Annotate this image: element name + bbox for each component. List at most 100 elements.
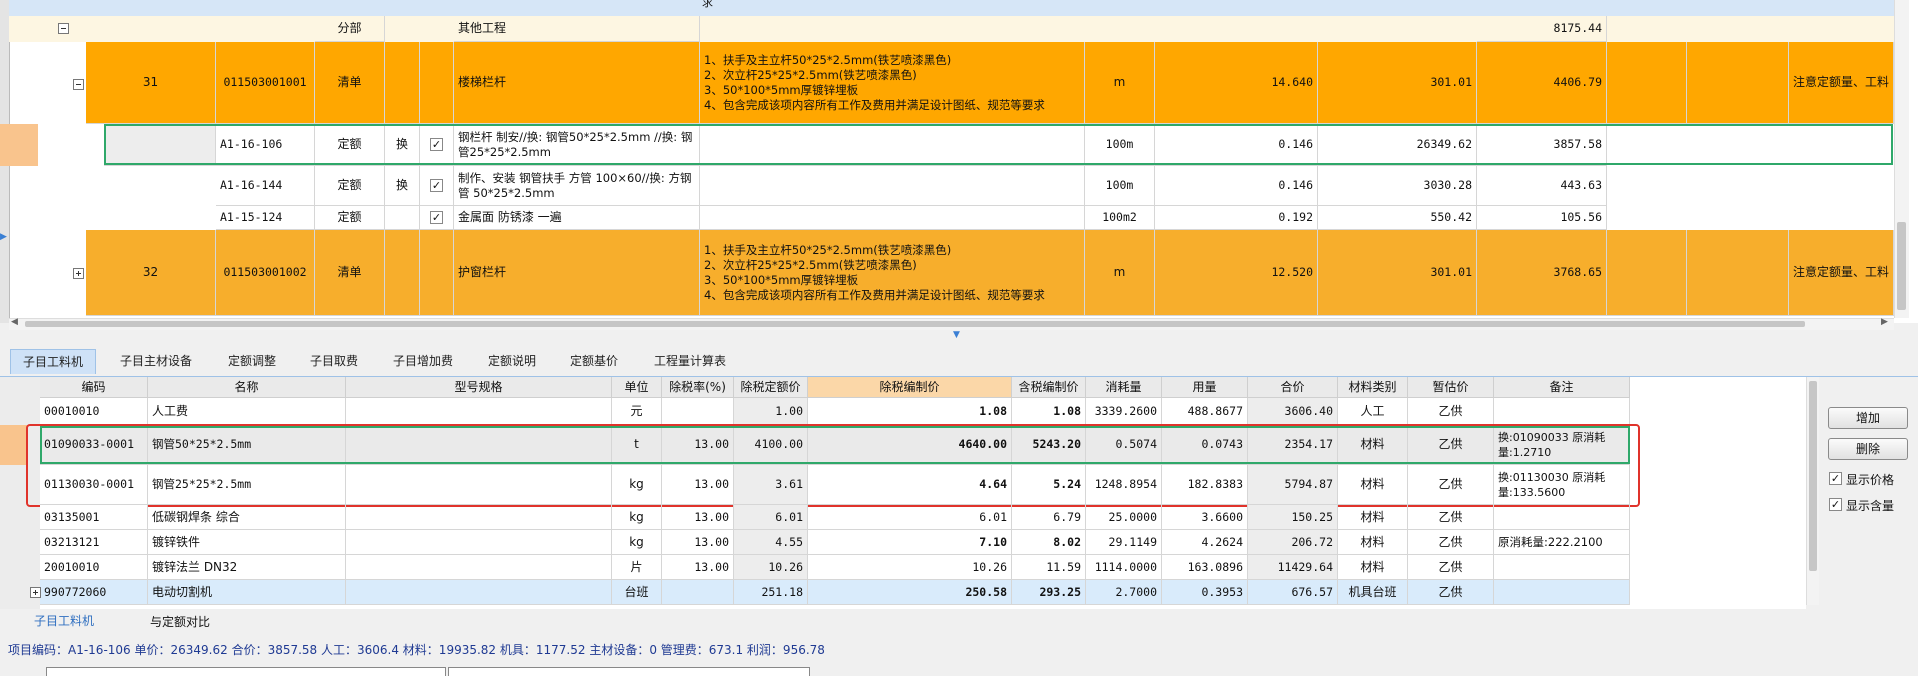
col-header-estimate[interactable]: 暂估价	[1408, 377, 1494, 398]
upper-horizontal-scrollbar[interactable]: ◀ ▶	[9, 317, 1894, 330]
bill-name: 护窗栏杆	[454, 230, 700, 316]
col-header-name[interactable]: 名称	[148, 377, 346, 398]
mat-quota-price: 10.26	[734, 555, 808, 580]
collapse-toggle-bill-31[interactable]	[73, 79, 84, 90]
lower-vertical-scrollbar[interactable]	[1806, 377, 1819, 605]
collapse-toggle-section[interactable]	[58, 23, 69, 34]
mat-total: 150.25	[1248, 505, 1338, 530]
tab-fees[interactable]: 子目取费	[298, 349, 370, 373]
mat-tax-rate: 13.00	[662, 555, 734, 580]
mat-name: 镀锌法兰 DN32	[148, 555, 346, 580]
selected-row-outline	[104, 124, 1893, 165]
bill-code: 011503001002	[216, 230, 315, 316]
delete-button[interactable]: 删除	[1828, 438, 1908, 460]
mat-name: 电动切割机	[148, 580, 346, 605]
col-header-usage[interactable]: 用量	[1162, 377, 1248, 398]
col-header-code[interactable]: 编码	[40, 377, 148, 398]
bottom-field-1[interactable]	[46, 667, 446, 676]
bill-total: 4406.79	[1477, 42, 1607, 124]
mat-estimate: 乙供	[1408, 580, 1494, 605]
mat-usage: 0.3953	[1162, 580, 1248, 605]
bill-feature: 1、扶手及主立杆50*25*2.5mm(铁艺喷漆黑色) 2、次立杆25*25*2…	[700, 42, 1085, 124]
mat-usage: 488.8677	[1162, 398, 1248, 425]
bottom-tab-compare[interactable]: 与定额对比	[150, 613, 210, 630]
quota-unit: 100m	[1085, 166, 1155, 206]
mat-total: 3606.40	[1248, 398, 1338, 425]
bill-name: 楼梯栏杆	[454, 42, 700, 124]
tab-quantity-calc[interactable]: 工程量计算表	[642, 349, 738, 373]
panel-splitter[interactable]: ▼	[0, 330, 1918, 344]
splitter-arrow-icon[interactable]: ▼	[953, 330, 960, 340]
tab-quota-adjust[interactable]: 定额调整	[216, 349, 288, 373]
bill-code: 011503001001	[216, 42, 315, 124]
tab-main-materials[interactable]: 子目主材设备	[108, 349, 204, 373]
scroll-right-arrow[interactable]: ▶	[1881, 317, 1888, 327]
upper-vscroll-thumb[interactable]	[1897, 222, 1906, 310]
bill-type: 清单	[315, 230, 385, 316]
mat-code: 990772060	[40, 580, 148, 605]
bottom-tab-items[interactable]: 子目工料机	[34, 612, 94, 629]
section-name: 其他工程	[454, 16, 700, 42]
expand-toggle-bill-32[interactable]	[73, 268, 84, 279]
col-header-category[interactable]: 材料类别	[1338, 377, 1408, 398]
add-button[interactable]: 增加	[1828, 407, 1908, 429]
mat-note	[1494, 555, 1630, 580]
mat-tax-rate	[662, 398, 734, 425]
show-price-checkbox[interactable]: ✓	[1829, 472, 1842, 485]
bill-unit: m	[1085, 230, 1155, 316]
quota-check-cell: ✓	[420, 166, 454, 206]
tab-quota-notes[interactable]: 定额说明	[476, 349, 548, 373]
section-row[interactable]	[9, 16, 1894, 42]
mat-edit-price[interactable]: 10.26	[808, 555, 1012, 580]
show-qty-checkbox[interactable]: ✓	[1829, 498, 1842, 511]
scroll-left-arrow[interactable]: ◀	[11, 317, 18, 327]
mat-total: 11429.64	[1248, 555, 1338, 580]
quota-checkbox[interactable]: ✓	[430, 179, 443, 192]
tab-extra-fees[interactable]: 子目增加费	[381, 349, 465, 373]
bill-remark: 注意定额量、工料	[1789, 42, 1894, 124]
mat-edit-price[interactable]: 1.08	[808, 398, 1012, 425]
col-header-unit[interactable]: 单位	[612, 377, 662, 398]
mat-usage: 4.2624	[1162, 530, 1248, 555]
col-header-tax-price[interactable]: 含税编制价	[1012, 377, 1086, 398]
quota-total: 105.56	[1477, 206, 1607, 230]
col-header-consumption[interactable]: 消耗量	[1086, 377, 1162, 398]
row-marker-selected	[0, 124, 38, 166]
bottom-tab-strip	[0, 609, 1918, 633]
upper-hscroll-thumb[interactable]	[25, 321, 1805, 327]
lower-vscroll-thumb[interactable]	[1809, 381, 1817, 571]
mat-quota-price: 1.00	[734, 398, 808, 425]
col-header-tax-rate[interactable]: 除税率(%)	[662, 377, 734, 398]
col-header-note[interactable]: 备注	[1494, 377, 1630, 398]
mat-consumption: 25.0000	[1086, 505, 1162, 530]
mat-tax-price: 1.08	[1012, 398, 1086, 425]
mat-tax-price: 8.02	[1012, 530, 1086, 555]
upper-vertical-scrollbar[interactable]	[1894, 0, 1909, 318]
quota-code: A1-16-144	[216, 166, 315, 206]
mat-spec	[346, 530, 612, 555]
mat-quota-price: 6.01	[734, 505, 808, 530]
mat-code: 00010010	[40, 398, 148, 425]
tab-quota-base-price[interactable]: 定额基价	[558, 349, 630, 373]
mat-unit: 元	[612, 398, 662, 425]
quota-checkbox[interactable]: ✓	[430, 211, 443, 224]
mat-edit-price[interactable]: 250.58	[808, 580, 1012, 605]
tab-items[interactable]: 子目工料机	[10, 349, 97, 374]
mat-tax-price: 11.59	[1012, 555, 1086, 580]
mat-consumption: 1114.0000	[1086, 555, 1162, 580]
quota-qty: 0.146	[1155, 166, 1318, 206]
mat-spec	[346, 398, 612, 425]
mat-edit-price[interactable]: 6.01	[808, 505, 1012, 530]
quota-swap: 换	[385, 166, 420, 206]
col-header-quota-price[interactable]: 除税定额价	[734, 377, 808, 398]
col-header-spec[interactable]: 型号规格	[346, 377, 612, 398]
mat-consumption: 2.7000	[1086, 580, 1162, 605]
mat-total: 676.57	[1248, 580, 1338, 605]
col-header-total[interactable]: 合价	[1248, 377, 1338, 398]
mat-tax-rate: 13.00	[662, 505, 734, 530]
left-collapse-arrow[interactable]: ▶	[0, 230, 9, 244]
bottom-field-2[interactable]	[448, 667, 810, 676]
col-header-edit-price[interactable]: 除税编制价	[808, 377, 1012, 398]
mat-edit-price[interactable]: 7.10	[808, 530, 1012, 555]
mat-category: 机具台班	[1338, 580, 1408, 605]
